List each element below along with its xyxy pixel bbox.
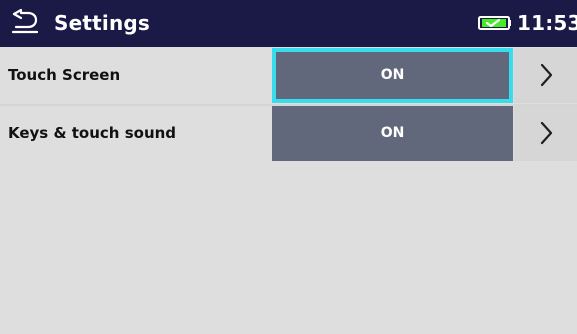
touch-screen-next-button[interactable] — [514, 48, 577, 103]
header-bar: Settings 11:53 — [0, 0, 577, 47]
settings-screen: Settings 11:53 Touch Screen ON Keys & to… — [0, 0, 577, 334]
chevron-right-icon — [540, 63, 553, 87]
setting-row-keys-touch-sound[interactable]: Keys & touch sound ON — [0, 106, 577, 161]
clock-time: 11:53 — [517, 11, 577, 35]
chevron-right-icon — [540, 121, 553, 145]
setting-label-touch-screen: Touch Screen — [8, 66, 121, 84]
back-icon[interactable] — [10, 8, 40, 34]
battery-icon — [478, 16, 511, 30]
page-title: Settings — [54, 11, 151, 35]
keys-touch-sound-next-button[interactable] — [514, 106, 577, 161]
touch-screen-toggle[interactable]: ON — [272, 48, 513, 103]
keys-touch-sound-toggle[interactable]: ON — [272, 106, 513, 161]
battery-status — [478, 14, 512, 32]
setting-label-keys-touch-sound: Keys & touch sound — [8, 124, 177, 142]
setting-row-touch-screen[interactable]: Touch Screen ON — [0, 48, 577, 103]
